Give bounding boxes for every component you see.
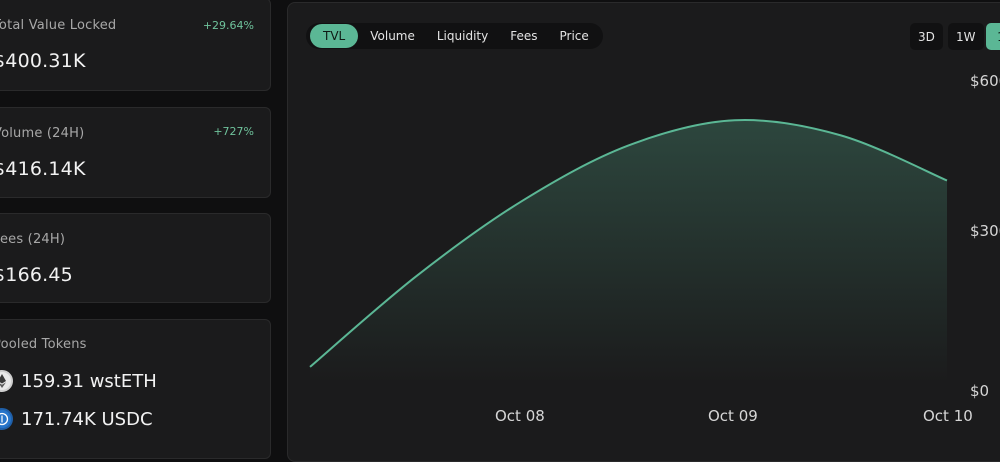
x-tick-label: Oct 09 [708,407,758,425]
y-tick-label: $600K [970,72,1000,90]
x-tick-label: Oct 08 [495,407,545,425]
tvl-area-fill [310,120,947,383]
tvl-area-chart [309,119,948,383]
x-tick-label: Oct 10 [923,407,973,425]
y-tick-label: $300K [970,222,1000,240]
y-tick-label: $0 [970,382,990,400]
